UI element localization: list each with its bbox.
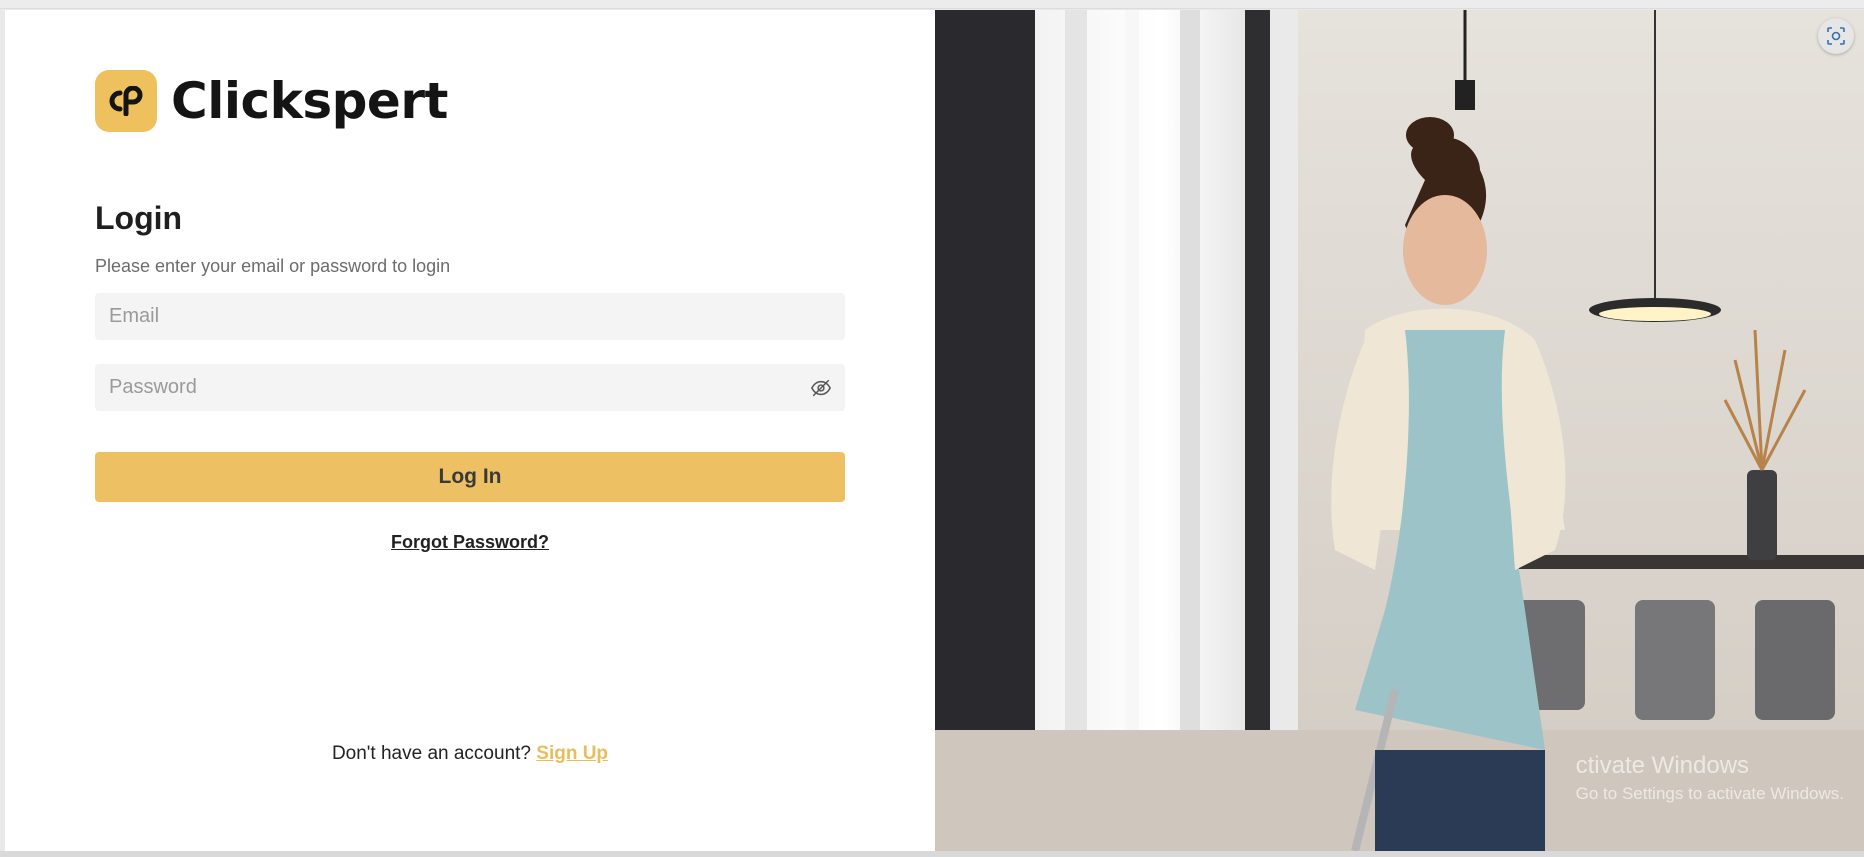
watermark-subtitle: Go to Settings to activate Windows. bbox=[1575, 784, 1844, 803]
windows-activation-watermark: ctivate Windows Go to Settings to activa… bbox=[1576, 752, 1844, 804]
email-field[interactable] bbox=[95, 293, 845, 340]
signup-prompt: Don't have an account? bbox=[331, 743, 531, 764]
brand-logo-mark-icon bbox=[95, 70, 157, 132]
hero-image: ctivate Windows Go to Settings to activa… bbox=[935, 10, 1864, 851]
password-field-container bbox=[95, 364, 845, 411]
login-button[interactable]: Log In bbox=[95, 452, 845, 502]
forgot-password-row: Forgot Password? bbox=[5, 532, 935, 553]
signup-link[interactable]: Sign Up bbox=[536, 743, 608, 764]
email-field-container bbox=[95, 293, 845, 340]
brand-name: Clickspert bbox=[171, 72, 448, 130]
signup-row: Don't have an account? Sign Up bbox=[5, 743, 935, 765]
login-panel: Clickspert Login Please enter your email… bbox=[5, 10, 935, 851]
watermark-title: ctivate Windows bbox=[1575, 752, 1750, 779]
browser-top-strip bbox=[0, 0, 1864, 9]
page-subtitle: Please enter your email or password to l… bbox=[95, 256, 451, 276]
bottom-edge bbox=[0, 851, 1864, 857]
eye-off-icon[interactable] bbox=[810, 377, 832, 399]
brand-logo[interactable]: Clickspert bbox=[95, 70, 448, 132]
forgot-password-link[interactable]: Forgot Password? bbox=[391, 532, 549, 552]
screenshot-scan-icon[interactable] bbox=[1818, 18, 1854, 54]
page-title: Login bbox=[95, 200, 183, 236]
login-page: Clickspert Login Please enter your email… bbox=[5, 10, 1864, 851]
hero-photo-illustration bbox=[935, 10, 1864, 851]
password-field[interactable] bbox=[95, 364, 845, 411]
